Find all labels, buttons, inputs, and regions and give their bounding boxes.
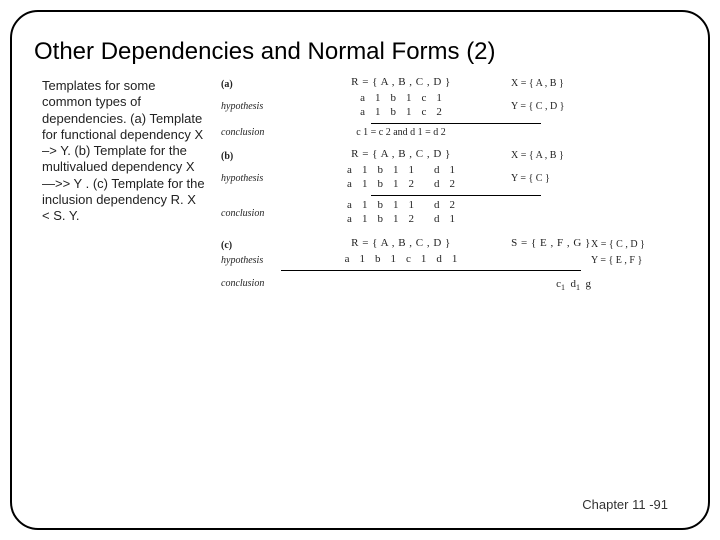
conclusion-label: conclusion [221,127,291,138]
panel-a-conclusion-text: c 1 = c 2 and d 1 = d 2 [291,127,511,138]
panel-b-row2: a1 b1 2 d2 [342,178,460,190]
panel-c-conclusion-tuple: c1 d1 g [511,278,599,292]
figure-caption: Templates for some common types of depen… [42,78,207,224]
panel-c-label: (c) [221,238,291,251]
panel-b-rule [371,195,541,196]
panel-b-row3: a1 b1 1 d2 [342,199,460,211]
hypothesis-label: hypothesis [221,101,291,112]
hypothesis-label-b: hypothesis [221,173,291,184]
panel-a-label: (a) [221,77,291,90]
panel-b-row1: a1 b1 1 d1 [342,164,460,176]
conclusion-label-b: conclusion [221,208,291,219]
panel-c-header: (c) R = { A , B , C , D } S = { E , F , … [221,237,690,251]
panel-c-tuples-hyp: a1 b1 c1 d1 [291,253,511,267]
panel-c-row1: a1 b1 c1 d1 [340,253,463,265]
hypothesis-label-c: hypothesis [221,255,291,266]
panel-a-rule [371,123,541,124]
figure-area: (a) R = { A , B , C , D } X = { A , B } … [221,76,690,294]
slide-title: Other Dependencies and Normal Forms (2) [34,38,690,66]
panel-a-row2: a1 b1 c2 [355,106,447,118]
panel-b-label: (b) [221,149,291,162]
panel-b-hyp: hypothesis a1 b1 1 d1 a1 b1 2 d2 Y [221,164,690,192]
panel-a-Y: Y = { C , D } [511,101,591,112]
panel-b-tuples-hyp: a1 b1 1 d1 a1 b1 2 d2 [291,164,511,192]
panel-a-X: X = { A , B } [511,78,591,89]
slide-content: Templates for some common types of depen… [30,76,690,294]
panel-c-concl: conclusion c1 d1 g [221,274,690,292]
panel-b-tuples-concl: a1 b1 1 d2 a1 b1 2 d1 [291,199,511,227]
panel-c-rule [281,270,581,271]
panel-a-R: R = { A , B , C , D } [291,76,511,88]
panel-b-header: (b) R = { A , B , C , D } X = { A , B } [221,148,690,162]
panel-c-S: S = { E , F , G } [511,237,591,249]
panel-a-row1: a1 b1 c1 [355,92,447,104]
conclusion-label-c: conclusion [221,278,291,289]
panel-a-concl: conclusion c 1 = c 2 and d 1 = d 2 [221,127,690,138]
panel-c-R: R = { A , B , C , D } [291,237,511,249]
panel-b-Y: Y = { C } [511,173,591,184]
panel-b-concl: conclusion a1 b1 1 d2 a1 b1 2 d1 [221,199,690,227]
panel-c-Y: Y = { E , F } [591,255,681,266]
panel-b-X: X = { A , B } [511,150,591,161]
slide-frame: Other Dependencies and Normal Forms (2) … [10,10,710,530]
panel-c-hyp: hypothesis a1 b1 c1 d1 Y = { E , F } [221,253,690,267]
panel-c-X: X = { C , D } [591,239,681,250]
panel-a-tuples: a1 b1 c1 a1 b1 c2 [291,92,511,120]
panel-a-header: (a) R = { A , B , C , D } X = { A , B } [221,76,690,90]
panel-b-R: R = { A , B , C , D } [291,148,511,160]
slide-footer: Chapter 11 -91 [582,497,668,512]
panel-a-hyp: hypothesis a1 b1 c1 a1 b1 c2 Y = { C , D… [221,92,690,120]
panel-b-row4: a1 b1 2 d1 [342,213,460,225]
